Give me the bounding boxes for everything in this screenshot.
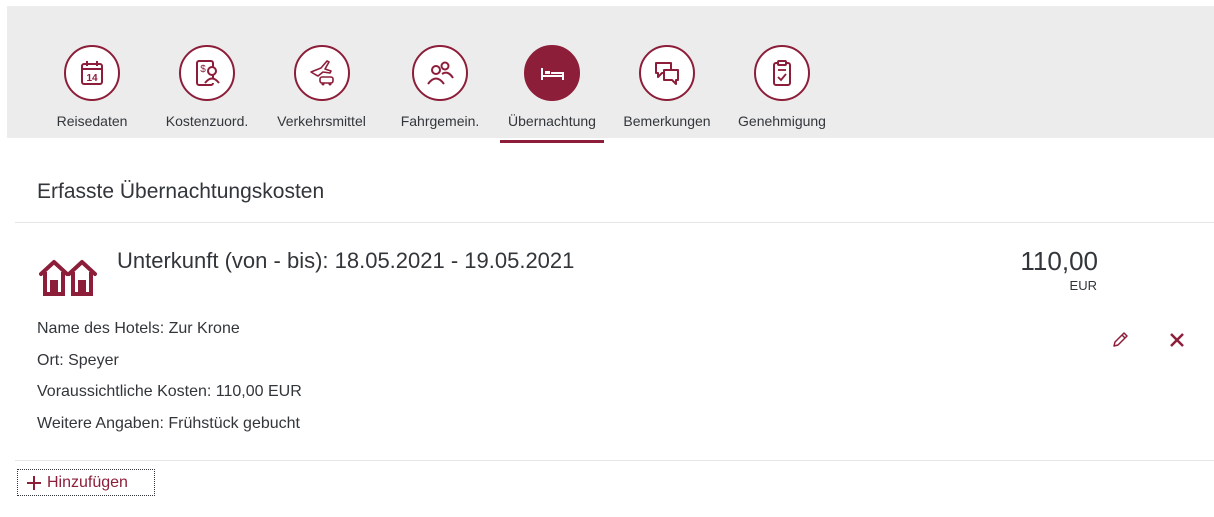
step-verkehrsmittel-label: Verkehrsmittel bbox=[277, 113, 366, 129]
pencil-icon bbox=[1113, 332, 1128, 347]
step-fahrgemein[interactable]: Fahrgemein. bbox=[395, 45, 485, 131]
step-genehmigung[interactable]: Genehmigung bbox=[732, 45, 832, 131]
step-bemerkungen-label: Bemerkungen bbox=[623, 113, 711, 129]
process-navigation-bar: 14 Reisedaten $ Kostenzuord. Verkehrsmit… bbox=[7, 6, 1214, 143]
section-title: Erfasste Übernachtungskosten bbox=[37, 180, 325, 203]
plus-icon bbox=[27, 475, 41, 490]
step-uebernachtung[interactable]: Übernachtung bbox=[500, 45, 604, 143]
add-button-label: Hinzufügen bbox=[47, 473, 128, 491]
step-kostenzuord[interactable]: $ Kostenzuord. bbox=[157, 45, 257, 131]
step-kostenzuord-circle: $ bbox=[179, 45, 235, 101]
step-verkehrsmittel-circle bbox=[293, 45, 350, 101]
clipboard-check-icon bbox=[773, 60, 791, 86]
step-reisedaten[interactable]: 14 Reisedaten bbox=[52, 45, 132, 131]
accommodation-amount: 110,00 bbox=[1020, 246, 1098, 276]
calendar-day-text: 14 bbox=[86, 73, 98, 84]
plane-car-icon bbox=[309, 60, 334, 86]
calendar-icon: 14 bbox=[81, 61, 103, 85]
step-fahrgemein-label: Fahrgemein. bbox=[400, 113, 480, 129]
section-divider-bottom bbox=[15, 460, 1214, 461]
step-uebernachtung-circle bbox=[524, 45, 580, 101]
accommodation-houses-icon bbox=[39, 260, 97, 296]
active-step-indicator bbox=[500, 140, 604, 143]
step-reisedaten-circle: 14 bbox=[64, 45, 120, 101]
accommodation-title: Unterkunft (von - bis): 18.05.2021 - 19.… bbox=[117, 248, 575, 273]
detail-expected-cost: Voraussichtliche Kosten: 110,00 EUR bbox=[37, 383, 302, 400]
close-icon bbox=[1170, 333, 1184, 347]
detail-hotel-name: Name des Hotels: Zur Krone bbox=[37, 320, 240, 337]
step-genehmigung-label: Genehmigung bbox=[738, 113, 826, 129]
comments-icon bbox=[655, 62, 679, 85]
step-bemerkungen[interactable]: Bemerkungen bbox=[617, 45, 717, 131]
delete-button[interactable] bbox=[1165, 328, 1189, 352]
people-icon bbox=[427, 61, 454, 85]
step-genehmigung-circle bbox=[754, 45, 810, 101]
add-button[interactable]: Hinzufügen bbox=[17, 469, 155, 496]
detail-location: Ort: Speyer bbox=[37, 352, 119, 369]
section-divider-top bbox=[15, 222, 1214, 223]
accommodation-currency: EUR bbox=[1069, 278, 1097, 293]
step-verkehrsmittel[interactable]: Verkehrsmittel bbox=[269, 45, 374, 131]
step-reisedaten-label: Reisedaten bbox=[56, 113, 128, 129]
step-kostenzuord-label: Kostenzuord. bbox=[165, 113, 249, 129]
edit-button[interactable] bbox=[1108, 328, 1132, 352]
step-bemerkungen-circle bbox=[639, 45, 695, 101]
bed-icon bbox=[541, 68, 564, 80]
detail-additional-info: Weitere Angaben: Frühstück gebucht bbox=[37, 415, 300, 432]
cost-assignment-icon: $ bbox=[196, 60, 220, 86]
step-uebernachtung-label: Übernachtung bbox=[508, 113, 596, 129]
svg-text:$: $ bbox=[200, 64, 206, 75]
step-fahrgemein-circle bbox=[412, 45, 468, 101]
